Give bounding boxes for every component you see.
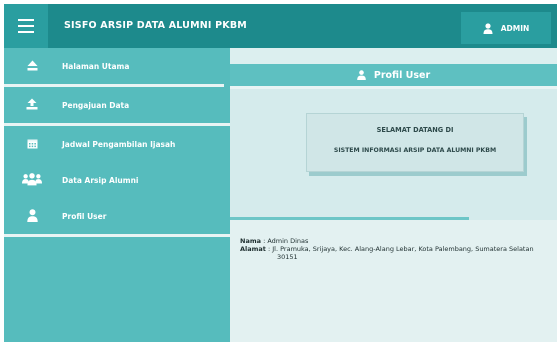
profile-address-row: Alamat : Jl. Pramuka, Srijaya, Kec. Alan…	[240, 245, 534, 253]
calendar-icon	[22, 133, 42, 153]
section-header: Profil User	[230, 64, 557, 86]
sidebar-divider	[4, 234, 230, 237]
welcome-card: SELAMAT DATANG DI SISTEM INFORMASI ARSIP…	[306, 113, 524, 172]
name-value: : Admin Dinas	[263, 237, 309, 245]
admin-user-button[interactable]: ADMIN	[461, 12, 551, 44]
sidebar-item-profil-user[interactable]: Profil User	[4, 198, 230, 234]
sidebar-item-data-arsip-alumni[interactable]: Data Arsip Alumni	[4, 162, 230, 198]
sidebar-item-label: Pengajuan Data	[62, 100, 130, 110]
welcome-heading: SELAMAT DATANG DI	[376, 126, 454, 134]
upload-icon	[22, 94, 42, 114]
sidebar-item-halaman-utama[interactable]: Halaman Utama	[4, 48, 230, 84]
section-title: Profil User	[373, 69, 431, 81]
sidebar-item-label: Data Arsip Alumni	[62, 175, 139, 185]
sidebar-item-jadwal-pengambilan-ijasah[interactable]: Jadwal Pengambilan Ijasah	[4, 126, 230, 162]
sidebar-item-pengajuan-data[interactable]: Pengajuan Data	[4, 87, 230, 123]
profile-address-continuation: 30151	[277, 253, 298, 261]
app-title: SISFO ARSIP DATA ALUMNI PKBM	[64, 20, 247, 31]
name-key: Nama	[240, 237, 261, 245]
eject-icon	[22, 55, 42, 75]
user-icon	[483, 22, 493, 34]
sidebar: Halaman Utama Pengajuan Data Jadwal Peng…	[4, 48, 230, 342]
sidebar-item-label: Jadwal Pengambilan Ijasah	[62, 139, 176, 149]
section-divider	[230, 86, 557, 89]
users-icon	[22, 169, 42, 189]
user-icon	[22, 205, 42, 225]
sidebar-item-label: Halaman Utama	[62, 61, 130, 71]
top-navbar: SISFO ARSIP DATA ALUMNI PKBM ADMIN	[4, 4, 557, 48]
sidebar-item-label: Profil User	[62, 211, 107, 221]
main-top-strip	[230, 48, 557, 64]
address-key: Alamat	[240, 245, 266, 253]
user-icon	[357, 70, 366, 80]
hamburger-menu-icon[interactable]	[4, 4, 48, 48]
address-value: : Jl. Pramuka, Srijaya, Kec. Alang-Alang…	[268, 245, 534, 253]
admin-label: ADMIN	[500, 23, 530, 33]
welcome-subheading: SISTEM INFORMASI ARSIP DATA ALUMNI PKBM	[333, 147, 497, 154]
profile-name-row: Nama : Admin Dinas	[240, 237, 308, 245]
